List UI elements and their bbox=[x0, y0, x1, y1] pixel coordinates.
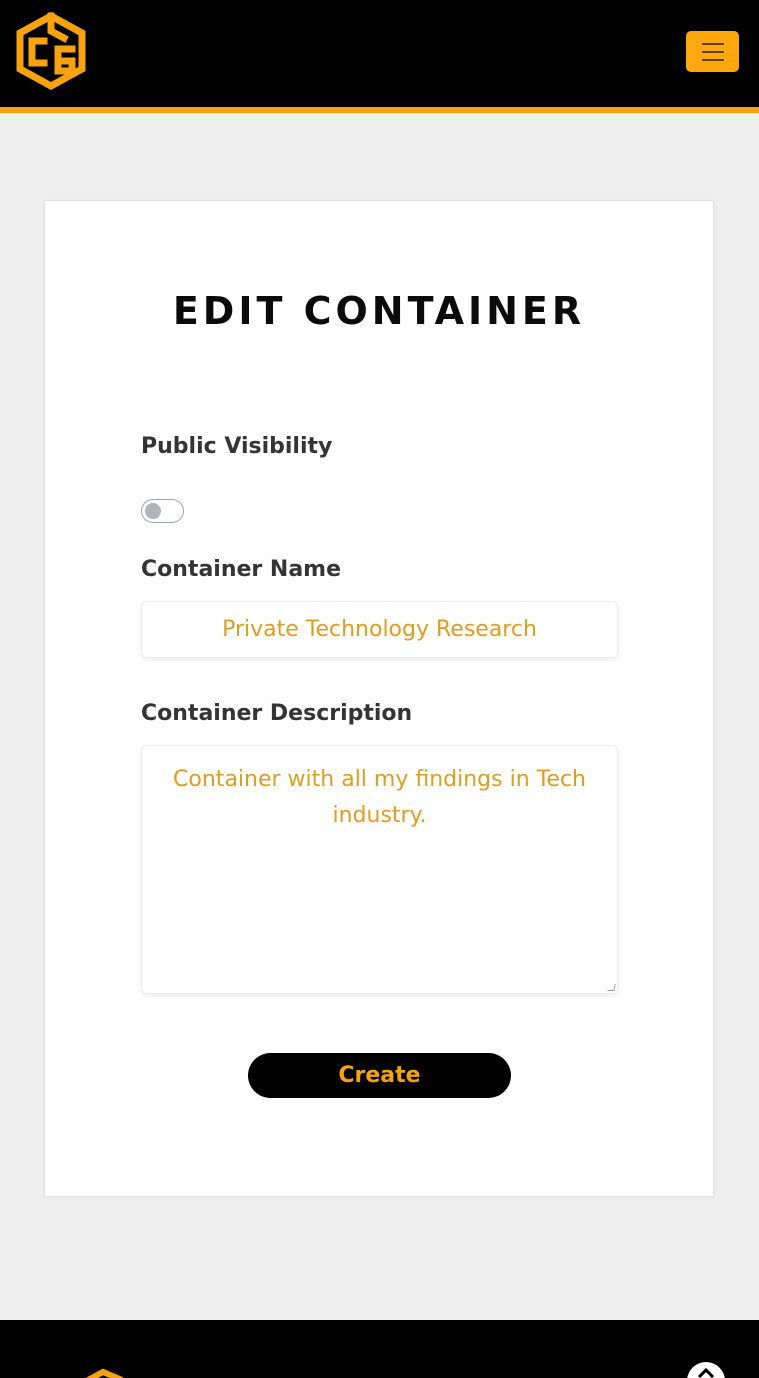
toggle-knob bbox=[145, 503, 161, 519]
footer bbox=[0, 1320, 759, 1378]
hamburger-menu-icon bbox=[701, 42, 724, 45]
public-visibility-label: Public Visibility bbox=[141, 434, 333, 459]
public-visibility-toggle[interactable] bbox=[141, 499, 184, 523]
resize-handle-icon[interactable] bbox=[607, 984, 616, 991]
create-button[interactable]: Create bbox=[248, 1053, 511, 1098]
edit-container-card: EDIT CONTAINER Public Visibility Contain… bbox=[44, 200, 714, 1197]
top-navbar bbox=[0, 0, 759, 113]
container-description-label: Container Description bbox=[141, 701, 413, 726]
container-name-input[interactable]: Private Technology Research bbox=[141, 601, 618, 658]
container-name-label: Container Name bbox=[141, 557, 342, 582]
hamburger-menu-button[interactable] bbox=[686, 31, 739, 72]
scroll-to-top-button[interactable] bbox=[687, 1362, 725, 1378]
container-description-value: Container with all my findings in Tech i… bbox=[173, 767, 586, 828]
container-description-textarea[interactable]: Container with all my findings in Tech i… bbox=[141, 745, 618, 994]
scroll-to-top-icon bbox=[697, 1367, 715, 1378]
page-title: EDIT CONTAINER bbox=[172, 289, 586, 333]
cube-logo-icon[interactable] bbox=[14, 11, 88, 91]
cube-logo-icon[interactable] bbox=[78, 1368, 128, 1378]
